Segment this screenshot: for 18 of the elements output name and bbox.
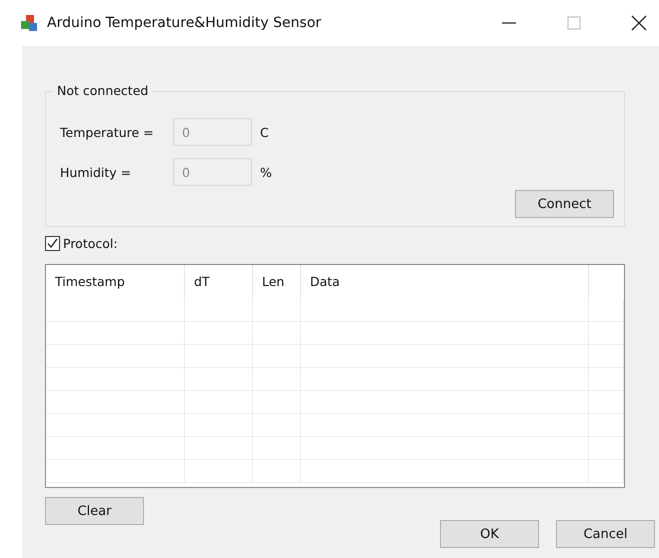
clear-button[interactable]: Clear bbox=[45, 497, 144, 525]
window-title: Arduino Temperature&Humidity Sensor bbox=[47, 15, 322, 31]
connect-button[interactable]: Connect bbox=[515, 190, 614, 218]
column-header[interactable]: Timestamp bbox=[46, 265, 185, 299]
close-icon[interactable] bbox=[631, 15, 647, 31]
field-label: Humidity = bbox=[60, 164, 132, 180]
ok-button[interactable]: OK bbox=[440, 520, 539, 548]
column-header[interactable]: Len bbox=[253, 265, 301, 299]
unit-label: % bbox=[260, 164, 272, 180]
cubes-icon bbox=[20, 14, 38, 32]
group-title: Not connected bbox=[53, 83, 152, 98]
unit-label: C bbox=[260, 124, 269, 140]
checkbox-label: Protocol: bbox=[63, 236, 118, 251]
field-label: Temperature = bbox=[60, 124, 155, 140]
column-header[interactable]: Data bbox=[301, 265, 589, 299]
checkbox[interactable] bbox=[45, 236, 60, 251]
column-header[interactable]: dT bbox=[185, 265, 253, 299]
cancel-button[interactable]: Cancel bbox=[556, 520, 655, 548]
